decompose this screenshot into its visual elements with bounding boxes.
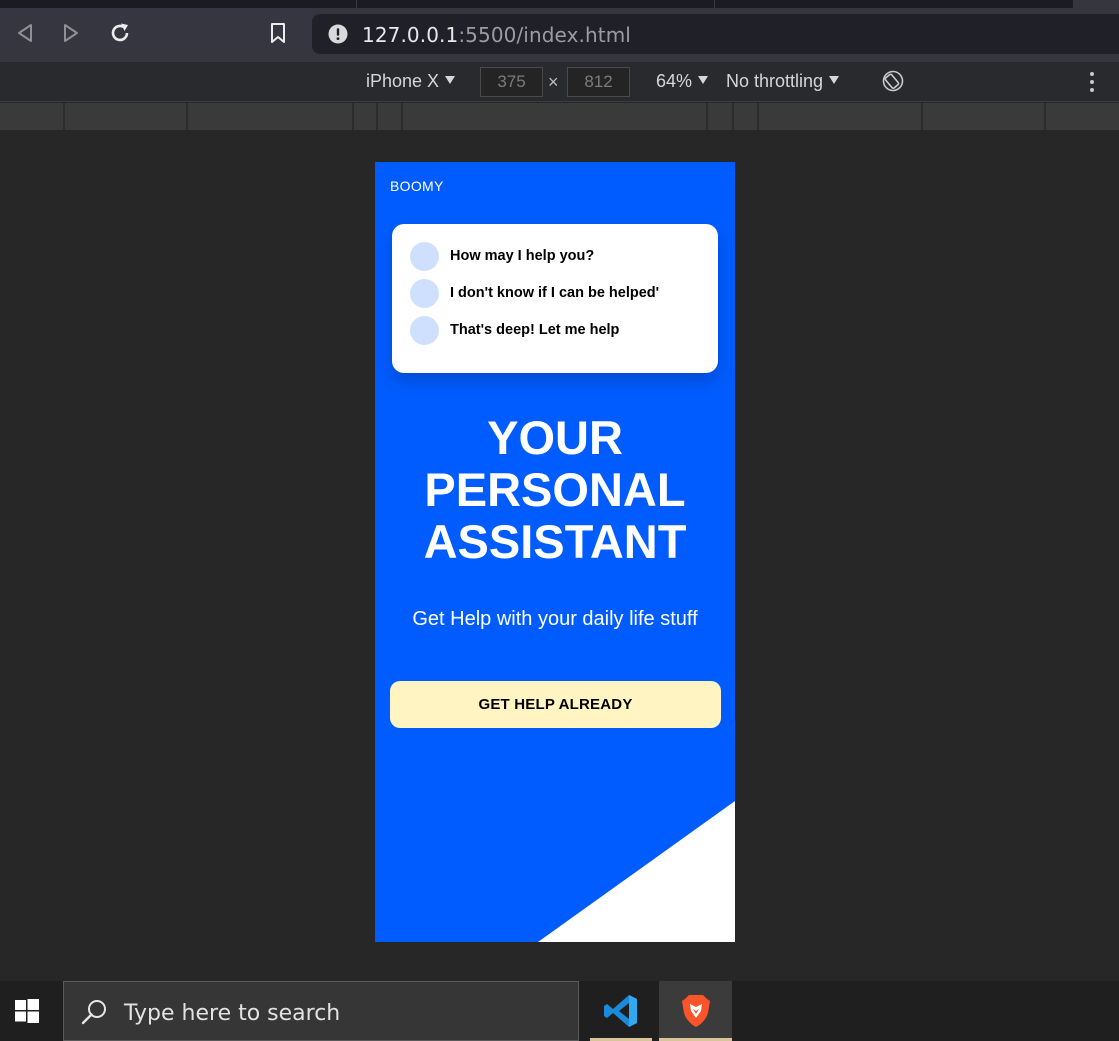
get-help-button[interactable]: GET HELP ALREADY xyxy=(390,681,721,728)
forward-icon xyxy=(64,24,78,42)
throttling-value: No throttling xyxy=(726,71,824,91)
forward-button[interactable] xyxy=(58,20,84,46)
chat-message: How may I help you? xyxy=(410,241,594,271)
search-placeholder: Type here to search xyxy=(124,1001,341,1026)
bookmark-button[interactable] xyxy=(265,20,291,46)
device-toolbar: iPhone X 375 × 812 64% No throttling xyxy=(0,62,1119,102)
browser-toolbar: 127.0.0.1:5500/index.html xyxy=(0,8,1119,62)
headline-line: YOUR xyxy=(487,411,623,464)
chevron-down-icon xyxy=(829,76,840,84)
info-icon[interactable] xyxy=(328,24,348,44)
active-tab[interactable] xyxy=(1073,0,1119,8)
rotate-button[interactable] xyxy=(882,70,904,97)
back-icon xyxy=(18,24,32,42)
url-host: 127.0.0.1 xyxy=(362,23,459,47)
width-input[interactable]: 375 xyxy=(480,67,543,97)
back-button[interactable] xyxy=(12,20,38,46)
address-bar[interactable]: 127.0.0.1:5500/index.html xyxy=(312,14,1119,54)
tab-divider xyxy=(356,0,357,8)
dimension-separator: × xyxy=(548,72,559,92)
reload-button[interactable] xyxy=(107,20,133,46)
chat-message-text: That's deep! Let me help xyxy=(450,322,620,338)
taskbar-app-brave[interactable] xyxy=(659,981,732,1041)
chat-message-text: I don't know if I can be helped' xyxy=(450,285,660,301)
bookmark-icon xyxy=(271,23,285,43)
throttling-select[interactable]: No throttling xyxy=(726,71,840,92)
chat-message: I don't know if I can be helped' xyxy=(410,278,659,308)
zoom-value: 64% xyxy=(656,71,693,91)
vscode-icon xyxy=(604,995,637,1027)
hero-headline: YOUR PERSONAL ASSISTANT xyxy=(375,412,735,568)
avatar xyxy=(410,278,439,308)
avatar xyxy=(410,315,439,345)
height-input[interactable]: 812 xyxy=(567,67,630,97)
taskbar: Type here to search xyxy=(0,981,1119,1041)
rotate-icon xyxy=(882,70,904,92)
chat-message-text: How may I help you? xyxy=(450,248,595,264)
tab-strip xyxy=(0,0,1119,8)
zoom-select[interactable]: 64% xyxy=(656,71,709,92)
device-select[interactable]: iPhone X xyxy=(366,71,456,92)
media-query-bar xyxy=(0,103,1119,130)
chat-preview-card: How may I help you? I don't know if I ca… xyxy=(392,224,718,373)
page-root: BOOMY How may I help you? I don't know i… xyxy=(375,162,735,942)
chevron-down-icon xyxy=(698,76,709,84)
headline-line: PERSONAL xyxy=(424,463,686,516)
chat-message: That's deep! Let me help xyxy=(410,315,619,345)
device-viewport: BOOMY How may I help you? I don't know i… xyxy=(0,130,1119,981)
hero-subtitle: Get Help with your daily life stuff xyxy=(412,608,698,630)
taskbar-app-vscode[interactable] xyxy=(590,981,652,1041)
reload-icon xyxy=(111,23,129,42)
more-options-icon[interactable] xyxy=(1089,72,1095,94)
brave-icon xyxy=(681,995,710,1027)
search-icon xyxy=(81,1000,106,1025)
windows-start-icon[interactable] xyxy=(15,999,39,1023)
url-path: :5500/index.html xyxy=(458,23,631,47)
url-text: 127.0.0.1:5500/index.html xyxy=(362,23,631,47)
tab-divider xyxy=(714,0,715,8)
chevron-down-icon xyxy=(445,76,456,84)
taskbar-search[interactable]: Type here to search xyxy=(63,981,579,1041)
avatar xyxy=(410,241,439,271)
brand-logo[interactable]: BOOMY xyxy=(390,178,444,194)
headline-line: ASSISTANT xyxy=(423,515,687,568)
device-name: iPhone X xyxy=(366,71,440,91)
